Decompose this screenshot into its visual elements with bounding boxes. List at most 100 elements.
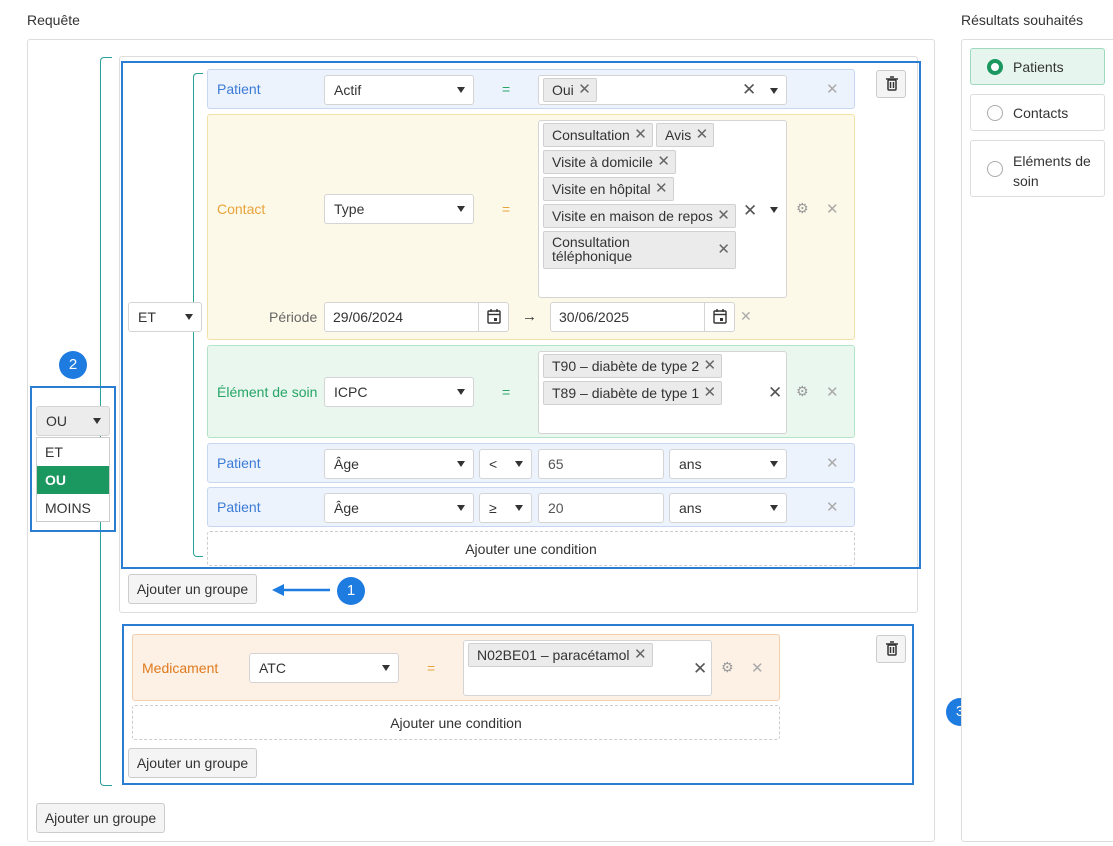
close-icon[interactable]: ✕ (578, 79, 591, 101)
result-option-contacts[interactable]: Contacts (970, 94, 1105, 131)
arrow-icon (272, 584, 330, 596)
remove-condition-icon[interactable]: ✕ (751, 659, 764, 677)
remove-condition-icon[interactable]: ✕ (826, 454, 839, 472)
dropdown-option-moins[interactable]: MOINS (37, 494, 109, 522)
clear-icon[interactable]: ✕ (768, 383, 782, 403)
result-option-patients[interactable]: Patients (970, 48, 1105, 85)
value-input[interactable]: 65 (538, 449, 664, 479)
chevron-down-icon (515, 461, 523, 467)
calendar-icon[interactable] (478, 303, 508, 331)
unit-select[interactable]: ans (669, 449, 787, 479)
chevron-down-icon (457, 461, 465, 467)
value-tag: Visite en hôpital ✕ (543, 177, 674, 201)
chevron-down-icon (770, 505, 778, 511)
field-select[interactable]: Actif (324, 75, 474, 105)
callout-badge-1: 1 (337, 577, 365, 605)
chevron-down-icon[interactable] (770, 207, 778, 213)
condition-row-medicament: Medicament ATC = N02BE01 – paracétamol ✕ … (132, 634, 780, 701)
clear-icon[interactable]: ✕ (742, 80, 756, 100)
value-tag: Visite en maison de repos ✕ (543, 204, 736, 228)
condition-row-contact-type: Contact Type = Consultation ✕ Avis ✕ Visit… (207, 114, 855, 340)
value-multiselect[interactable]: N02BE01 – paracétamol ✕ ✕ (463, 640, 712, 696)
condition-row-patient-age-gte: Patient Âge ≥ 20 ans ✕ (207, 487, 855, 527)
remove-condition-icon[interactable]: ✕ (826, 383, 839, 401)
period-label: Période (269, 309, 318, 325)
result-option-elements-de-soin[interactable]: Eléments de soin (970, 140, 1105, 197)
close-icon[interactable]: ✕ (634, 644, 647, 666)
close-icon[interactable]: ✕ (655, 178, 668, 200)
remove-condition-icon[interactable]: ✕ (826, 498, 839, 516)
close-icon[interactable]: ✕ (704, 382, 717, 404)
radio-icon (987, 105, 1003, 121)
callout-badge-2: 2 (59, 351, 87, 379)
add-condition-button[interactable]: Ajouter une condition (132, 705, 780, 740)
add-group-button[interactable]: Ajouter un groupe (128, 748, 257, 778)
outer-operator-select[interactable]: OU (36, 406, 110, 436)
operator-select[interactable]: < (479, 449, 532, 479)
remove-condition-icon[interactable]: ✕ (826, 200, 839, 218)
radio-icon (987, 161, 1003, 177)
field-select[interactable]: Type (324, 194, 474, 224)
clear-period-icon[interactable]: ✕ (740, 308, 752, 325)
close-icon[interactable]: ✕ (717, 205, 730, 227)
group-operator-select[interactable]: ET (128, 302, 202, 332)
value-tag: Avis ✕ (656, 123, 715, 147)
unit-select[interactable]: ans (669, 493, 787, 523)
condition-row-patient-age-lt: Patient Âge < 65 ans ✕ (207, 443, 855, 483)
operator-label: = (427, 660, 436, 676)
add-condition-button[interactable]: Ajouter une condition (207, 531, 855, 566)
delete-group-button[interactable] (876, 70, 906, 98)
date-from-input[interactable]: 29/06/2024 (324, 302, 509, 332)
chevron-down-icon (457, 505, 465, 511)
value-multiselect[interactable]: Oui ✕ ✕ (538, 75, 787, 105)
condition-entity: Élément de soin (217, 384, 318, 400)
chevron-down-icon (382, 665, 390, 671)
dropdown-option-et[interactable]: ET (37, 438, 109, 466)
value-tag: Oui ✕ (543, 78, 597, 102)
field-select[interactable]: ATC (249, 653, 399, 683)
gear-icon[interactable]: ⚙ (721, 659, 734, 676)
field-select[interactable]: Âge (324, 493, 474, 523)
chevron-down-icon (770, 461, 778, 467)
clear-icon[interactable]: ✕ (693, 659, 707, 679)
chevron-down-icon (457, 87, 465, 93)
value-input[interactable]: 20 (538, 493, 664, 523)
resultats-title: Résultats souhaités (961, 12, 1084, 28)
value-tag: T89 – diabète de type 1 ✕ (543, 381, 723, 405)
close-icon[interactable]: ✕ (696, 124, 709, 146)
clear-icon[interactable]: ✕ (743, 201, 757, 221)
close-icon[interactable]: ✕ (657, 151, 670, 173)
gear-icon[interactable]: ⚙ (796, 200, 809, 217)
value-tag: T90 – diabète de type 2 ✕ (543, 354, 723, 378)
remove-condition-icon[interactable]: ✕ (826, 80, 839, 98)
condition-entity: Medicament (142, 660, 219, 676)
value-tag: Visite à domicile ✕ (543, 150, 676, 174)
add-group-button[interactable]: Ajouter un groupe (128, 574, 257, 604)
add-group-button[interactable]: Ajouter un groupe (36, 803, 165, 833)
condition-entity: Patient (217, 455, 261, 471)
value-tag: Consultation téléphonique ✕ (543, 231, 736, 269)
field-select[interactable]: Âge (324, 449, 474, 479)
chevron-down-icon (185, 314, 193, 320)
operator-dropdown-menu: ET OU MOINS (36, 437, 110, 522)
calendar-icon[interactable] (704, 303, 734, 331)
requete-title: Requête (27, 12, 80, 28)
operator-select[interactable]: ≥ (479, 493, 532, 523)
close-icon[interactable]: ✕ (634, 124, 647, 146)
value-tag: Consultation ✕ (543, 123, 653, 147)
operator-label: = (502, 201, 511, 217)
value-multiselect[interactable]: T90 – diabète de type 2 ✕ T89 – diabète d… (538, 351, 787, 434)
operator-label: = (502, 384, 511, 400)
field-select[interactable]: ICPC (324, 377, 474, 407)
delete-group-button[interactable] (876, 635, 906, 663)
chevron-down-icon[interactable] (770, 88, 778, 94)
close-icon[interactable]: ✕ (717, 242, 730, 257)
dropdown-option-ou[interactable]: OU (37, 466, 109, 494)
chevron-down-icon (457, 389, 465, 395)
date-to-input[interactable]: 30/06/2025 (550, 302, 735, 332)
gear-icon[interactable]: ⚙ (796, 383, 809, 400)
chevron-down-icon (515, 505, 523, 511)
close-icon[interactable]: ✕ (704, 355, 717, 377)
period-arrow: → (522, 308, 537, 325)
trash-icon (886, 641, 898, 656)
